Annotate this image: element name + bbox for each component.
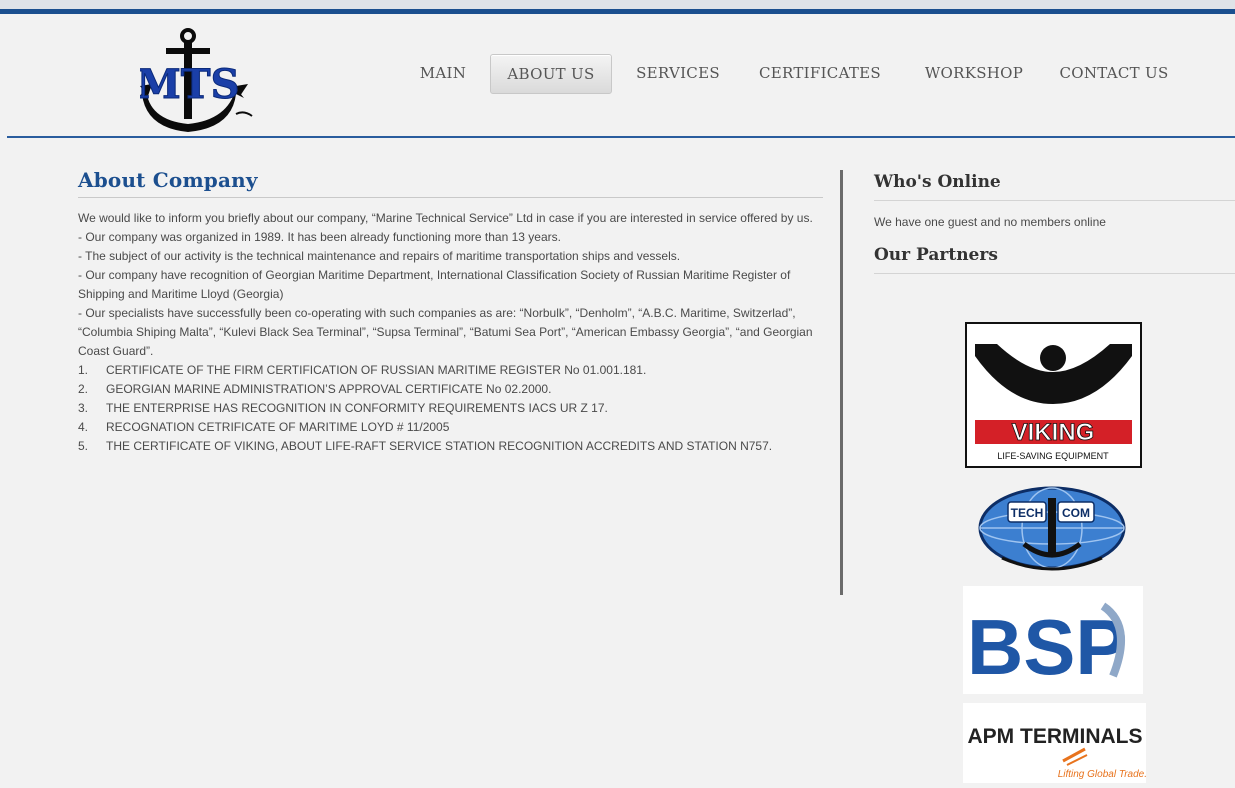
site-header: MTS MAIN ABOUT US SERVICES CERTIFICATES … [0,14,1235,136]
apm-tagline: Lifting Global Trade. [1058,769,1146,780]
partner-viking-logo[interactable]: VIKING LIFE-SAVING EQUIPMENT [965,322,1142,468]
techcom-right-text: COM [1062,506,1090,520]
bsp-mark-icon: BSP [967,602,1127,691]
nav-item-services[interactable]: SERVICES [630,54,726,92]
nav-item-workshop[interactable]: WORKSHOP [916,54,1032,92]
article-paragraph: - Our specialists have successfully been… [78,306,813,358]
nav-item-about-us[interactable]: ABOUT US [490,54,612,94]
main-nav: MAIN ABOUT US SERVICES CERTIFICATES WORK… [0,54,1235,94]
article-paragraph: We would like to inform you briefly abou… [78,211,813,225]
whos-online-title: Who's Online [874,172,1001,192]
page-title: About Company [78,168,258,192]
techcom-globe-icon: TECH COM [978,486,1126,571]
header-divider [7,136,1235,138]
top-accent-bar [0,0,1235,9]
nav-item-certificates[interactable]: CERTIFICATES [750,54,890,92]
apm-name: APM TERMINALS [968,725,1143,748]
certificate-item: 4. RECOGNATION CETRIFICATE OF MARITIME LO… [78,420,450,434]
viking-emblem-icon: VIKING LIFE-SAVING EQUIPMENT [975,344,1132,461]
article-paragraph: - The subject of our activity is the tec… [78,249,681,263]
column-divider [840,170,843,595]
partner-bsp-logo[interactable]: BSP [963,586,1143,694]
apm-mark-icon: APM TERMINALS Lifting Global Trade. [968,725,1148,780]
techcom-left-text: TECH [1011,506,1044,520]
viking-name: VIKING [1012,419,1095,446]
certificate-item: 3. THE ENTERPRISE HAS RECOGNITION IN CONF… [78,401,608,415]
bsp-name: BSP [967,603,1127,691]
article-paragraph: - Our company was organized in 1989. It … [78,230,561,244]
certificate-item: 1. CERTIFICATE OF THE FIRM CERTIFICATION … [78,363,647,377]
nav-item-contact-us[interactable]: CONTACT US [1052,54,1176,92]
main-content: About Company We would like to inform yo… [78,168,830,456]
partners-title: Our Partners [874,245,998,265]
title-divider [78,197,823,198]
sidebar-divider [874,200,1235,201]
sidebar-divider [874,273,1235,274]
whos-online-text: We have one guest and no members online [874,215,1106,229]
partner-apm-terminals-logo[interactable]: APM TERMINALS Lifting Global Trade. [963,703,1148,783]
certificate-item: 2. GEORGIAN MARINE ADMINISTRATION’S APPRO… [78,382,552,396]
article-body: We would like to inform you briefly abou… [78,209,823,456]
certificate-item: 5. THE CERTIFICATE OF VIKING, ABOUT LIFE-… [78,439,773,453]
nav-item-main[interactable]: MAIN [412,54,474,92]
viking-tagline: LIFE-SAVING EQUIPMENT [997,451,1109,461]
sidebar: Who's Online We have one guest and no me… [874,170,1235,288]
partner-techcom-logo[interactable]: TECH COM [962,484,1142,576]
article-paragraph: - Our company have recognition of Georgi… [78,268,791,301]
